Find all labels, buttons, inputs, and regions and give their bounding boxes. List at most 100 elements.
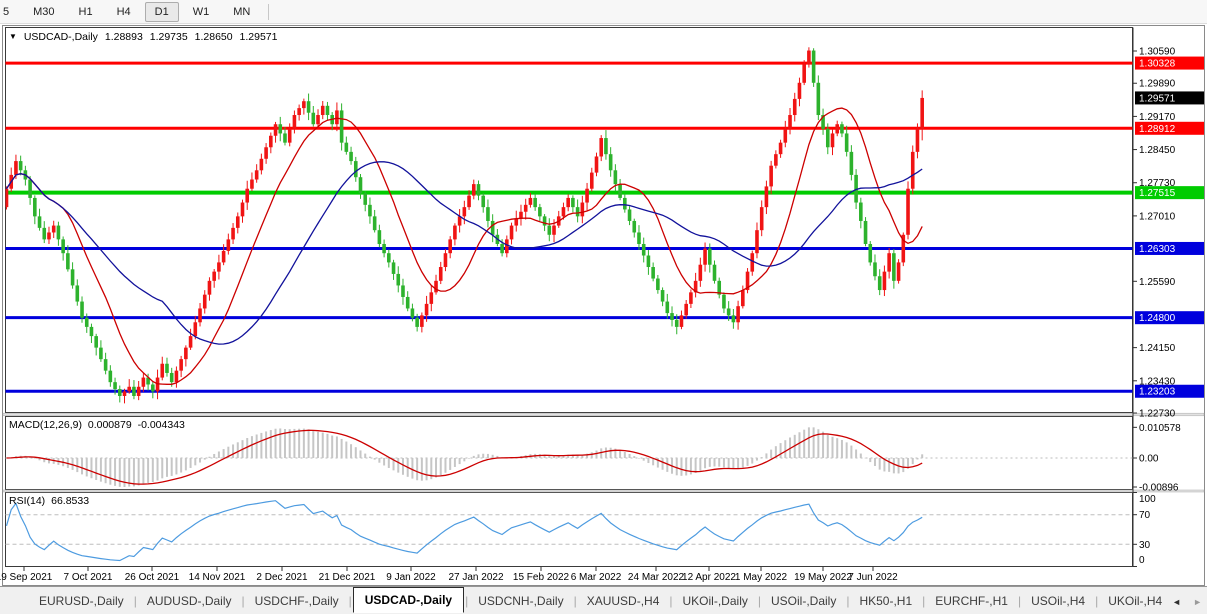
macd-bar [888, 458, 890, 472]
macd-bar [737, 458, 739, 469]
macd-bar [256, 434, 258, 458]
rsi-pane[interactable] [6, 493, 1133, 567]
tab-hk50-h1[interactable]: HK50-,H1 [850, 590, 921, 612]
macd-bar [364, 454, 366, 458]
tab-usdchf-daily[interactable]: USDCHF-,Daily [246, 590, 348, 612]
chart-menu-arrow-icon[interactable]: ▼ [9, 32, 17, 41]
macd-bar [860, 454, 862, 458]
macd-bar [808, 427, 810, 458]
chart-canvas[interactable]: 1.305901.298901.291701.284501.277301.270… [0, 0, 1207, 614]
tab-separator: | [758, 594, 761, 608]
date-tick-label: 19 May 2022 [794, 572, 852, 583]
tab-separator: | [1095, 594, 1098, 608]
macd-bar [827, 435, 829, 458]
tab-usdcnh-daily[interactable]: USDCNH-,Daily [469, 590, 572, 612]
macd-bar [166, 458, 168, 477]
macd-bar [784, 440, 786, 458]
macd-bar [676, 458, 678, 475]
tab-ukoil-daily[interactable]: UKOil-,Daily [674, 590, 757, 612]
macd-bar [208, 457, 210, 458]
timeframe-button-m30[interactable]: M30 [23, 2, 64, 22]
tab-eurchf-h1[interactable]: EURCHF-,H1 [926, 590, 1017, 612]
macd-bar [765, 453, 767, 458]
macd-bar [459, 458, 461, 464]
macd-bar [402, 458, 404, 475]
tab-separator: | [1018, 594, 1021, 608]
macd-bar [416, 458, 418, 480]
macd-bar [360, 450, 362, 458]
macd-bar [336, 436, 338, 458]
svg-text:1.23203: 1.23203 [1139, 387, 1176, 398]
tab-scroll-right-icon[interactable]: ► [1193, 597, 1202, 607]
tab-separator: | [349, 594, 352, 608]
macd-bar [444, 458, 446, 473]
macd-bar [378, 458, 380, 463]
timeframe-button-d1[interactable]: D1 [145, 2, 179, 22]
tab-scroll-left-icon[interactable]: ◄ [1172, 597, 1181, 607]
macd-bar [289, 429, 291, 458]
macd-pane[interactable] [6, 417, 1133, 490]
tab-usoil-daily[interactable]: USOil-,Daily [762, 590, 845, 612]
macd-bar [709, 458, 711, 467]
macd-bar [832, 437, 834, 458]
macd-bar [723, 458, 725, 467]
date-tick-label: 7 Oct 2021 [64, 572, 113, 583]
tab-audusd-daily[interactable]: AUDUSD-,Daily [138, 590, 241, 612]
timeframe-button-mn[interactable]: MN [223, 2, 260, 22]
macd-bar [322, 433, 324, 458]
timeframe-button-w1[interactable]: W1 [183, 2, 220, 22]
candle [906, 181, 910, 239]
tab-usoil-h4[interactable]: USOil-,H4 [1022, 590, 1094, 612]
macd-bar [680, 458, 682, 476]
macd-bar [912, 458, 914, 464]
macd-bar [817, 429, 819, 458]
candle [911, 145, 915, 194]
macd-bar [916, 458, 918, 459]
macd-bar [95, 458, 97, 480]
price-level-flag-1.26303: 1.26303 [1135, 242, 1204, 255]
pane-separator[interactable] [3, 490, 1204, 492]
macd-bar [714, 458, 716, 466]
macd-bar [270, 430, 272, 458]
timeframe-button-h4[interactable]: H4 [107, 2, 141, 22]
macd-bar [728, 458, 730, 468]
macd-bar [921, 454, 923, 458]
price-level-flag-1.30328: 1.30328 [1135, 57, 1204, 70]
tab-usdcad-daily[interactable]: USDCAD-,Daily [353, 587, 464, 613]
main-price-pane[interactable] [6, 28, 1133, 413]
symbol-tab-bar: EURUSD-,Daily|AUDUSD-,Daily|USDCHF-,Dail… [0, 586, 1207, 614]
date-tick-label: 24 Mar 2022 [628, 572, 685, 583]
tab-xauusd-h4[interactable]: XAUUSD-,H4 [578, 590, 669, 612]
macd-bar [411, 458, 413, 479]
macd-bar [34, 458, 36, 459]
macd-bar [662, 458, 664, 470]
macd-bar [105, 458, 107, 483]
tab-eurusd-daily[interactable]: EURUSD-,Daily [30, 590, 133, 612]
macd-bar [647, 458, 649, 463]
price-tick-label: 1.22730 [1139, 409, 1176, 420]
tab-separator: | [669, 594, 672, 608]
tab-ukoil-h4[interactable]: UKOil-,H4 [1099, 590, 1171, 612]
timeframe-button-5[interactable]: 5 [0, 2, 19, 22]
price-tick-label: 1.29170 [1139, 112, 1176, 123]
macd-bar [798, 432, 800, 458]
macd-bar [275, 429, 277, 458]
macd-bar [747, 458, 749, 466]
macd-bar [482, 454, 484, 458]
macd-bar [279, 428, 281, 458]
date-tick-label: 7 Jun 2022 [848, 572, 898, 583]
macd-bar [90, 458, 92, 478]
date-tick-label: 9 Jan 2022 [386, 572, 436, 583]
timeframe-button-h1[interactable]: H1 [69, 2, 103, 22]
price-tick-label: 1.28450 [1139, 145, 1176, 156]
macd-bar [846, 442, 848, 458]
macd-bar [440, 458, 442, 475]
pane-separator[interactable] [3, 413, 1204, 416]
price-tick-label: 1.25590 [1139, 277, 1176, 288]
rsi-axis-label: 30 [1139, 540, 1151, 551]
macd-bar [435, 458, 437, 477]
macd-bar [751, 458, 753, 464]
macd-bar [76, 458, 78, 472]
macd-bar [699, 458, 701, 471]
macd-bar [298, 429, 300, 458]
